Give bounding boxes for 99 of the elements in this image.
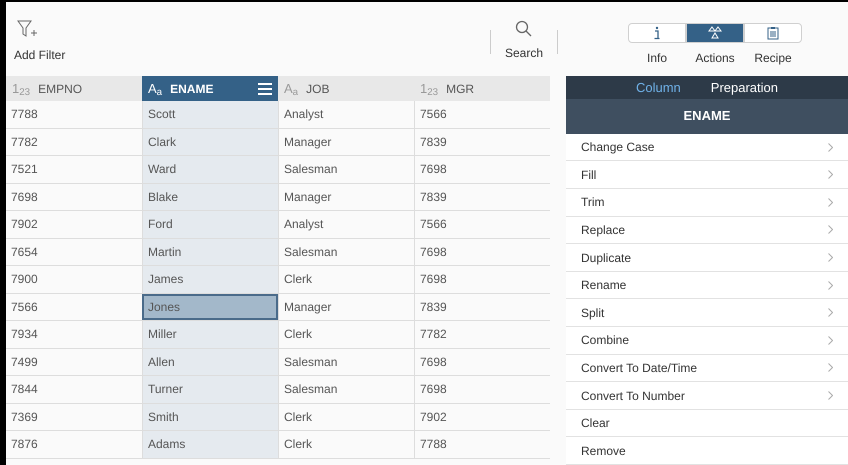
table-cell: Smith [142, 404, 278, 430]
table-cell-text: 7876 [10, 436, 39, 454]
table-cell-text: 7844 [10, 381, 39, 398]
table-cell: Salesman [278, 348, 414, 375]
action-item[interactable]: Trim [566, 189, 848, 217]
table-cell: Manager [278, 184, 414, 210]
table-cell-text: 7782 [10, 134, 39, 151]
table-cell: Clark [142, 128, 278, 155]
table-cell-text: 7369 [10, 408, 39, 426]
column-header[interactable]: 1$_{23}$ MGR [414, 76, 550, 101]
menu-icon[interactable] [258, 82, 272, 94]
filter-add-icon [17, 20, 39, 40]
table-cell: Clerk [278, 321, 414, 348]
table-cell: Ford [142, 211, 278, 238]
table-cell: Ward [142, 156, 278, 182]
action-item[interactable]: Clear [566, 410, 848, 438]
chevron-right-icon [828, 170, 833, 180]
table-cell: 7839 [414, 128, 550, 155]
chevron-right-icon [828, 142, 833, 152]
chevron-right-icon [828, 336, 833, 345]
table-cell: Salesman [278, 238, 414, 265]
table-cell: Turner [142, 376, 278, 402]
table-cell: 7698 [414, 156, 550, 182]
table-cell: Analyst [278, 211, 414, 238]
table-cell-text: 7900 [10, 271, 39, 288]
table-cell: 7788 [414, 431, 550, 458]
table-cell: Martin [142, 238, 278, 265]
table-cell: Scott [142, 101, 278, 128]
chevron-right-icon [828, 280, 833, 290]
table-cell: 7698 [414, 348, 550, 375]
type-icon: A$_{a}$ [148, 78, 162, 98]
chevron-right-icon [828, 253, 833, 262]
table-cell: 7902 [414, 404, 550, 430]
type-icon: A$_{a}$ [284, 78, 298, 98]
table-cell: Salesman [278, 376, 414, 402]
column-header[interactable]: 1$_{23}$ EMPNO [6, 76, 142, 101]
view-toggle-button[interactable] [744, 23, 802, 43]
column-header[interactable]: A$_{a}$ JOB [278, 76, 414, 101]
table-cell: Adams [142, 431, 278, 458]
table-cell: Allen [142, 348, 278, 375]
search-button[interactable]: Search [504, 20, 543, 62]
view-label: Recipe [753, 50, 793, 67]
table-cell: Jones [142, 294, 278, 320]
chevron-right-icon [828, 308, 833, 318]
table-cell: 7566 [414, 211, 550, 238]
table-cell-text: 7521 [10, 161, 39, 178]
table-cell: 7839 [414, 184, 550, 210]
column-name: ENAME [684, 107, 730, 126]
chevron-right-icon [828, 225, 833, 234]
table-cell: Manager [278, 128, 414, 155]
table-cell: Manager [278, 294, 414, 320]
table-cell: Clerk [278, 266, 414, 292]
chevron-right-icon [828, 363, 833, 372]
table-cell: 7698 [414, 266, 550, 292]
shapes-icon [708, 26, 722, 40]
chevron-right-icon [828, 391, 833, 400]
type-icon: 1$_{23}$ [420, 78, 438, 98]
view-label: Actions [694, 50, 736, 67]
panel-tab[interactable]: Column [636, 78, 681, 98]
table-cell: Salesman [278, 156, 414, 182]
table-cell-text: 7654 [10, 244, 39, 261]
table-cell: Clerk [278, 404, 414, 430]
table-cell-text: 7902 [10, 216, 39, 234]
chevron-right-icon [828, 198, 833, 207]
table-cell: 7698 [414, 376, 550, 402]
action-item[interactable]: Duplicate [566, 244, 848, 272]
action-item[interactable]: Remove [566, 437, 848, 465]
column-header[interactable]: A$_{a}$ ENAME [142, 76, 278, 101]
action-item[interactable]: Convert To Number [566, 382, 848, 410]
table-cell-text: 7698 [10, 188, 39, 206]
clipboard-icon [767, 26, 779, 40]
table-cell-text: 7934 [10, 326, 39, 344]
table-cell: 7698 [414, 238, 550, 265]
action-item[interactable]: Change Case [566, 134, 848, 162]
action-item[interactable]: Combine [566, 327, 848, 355]
table-cell: 7566 [414, 101, 550, 128]
table-cell: 7839 [414, 294, 550, 320]
action-item[interactable]: Split [566, 299, 848, 328]
view-toggle-button[interactable] [686, 23, 744, 43]
action-item[interactable]: Convert To Date/Time [566, 354, 848, 382]
table-cell: Miller [142, 321, 278, 348]
action-item[interactable]: Replace [566, 216, 848, 244]
table-cell: Clerk [278, 431, 414, 458]
action-item[interactable]: Rename [566, 272, 848, 300]
view-toggle-button[interactable] [628, 23, 686, 43]
view-label: Info [646, 50, 668, 67]
table-cell-text: 7499 [10, 354, 39, 371]
table-cell: 7782 [414, 321, 550, 348]
panel-tab[interactable]: Preparation [710, 78, 778, 98]
table-cell: Blake [142, 184, 278, 210]
table-cell-text: 7566 [10, 298, 39, 316]
action-item[interactable]: Fill [566, 161, 848, 190]
table-cell-text: 7788 [10, 106, 39, 124]
search-icon [514, 20, 533, 38]
table-cell: James [142, 266, 278, 292]
table-cell: Analyst [278, 101, 414, 128]
info-icon [653, 26, 661, 40]
type-icon: 1$_{23}$ [12, 78, 30, 98]
add-filter-button[interactable]: Add Filter [14, 20, 66, 64]
